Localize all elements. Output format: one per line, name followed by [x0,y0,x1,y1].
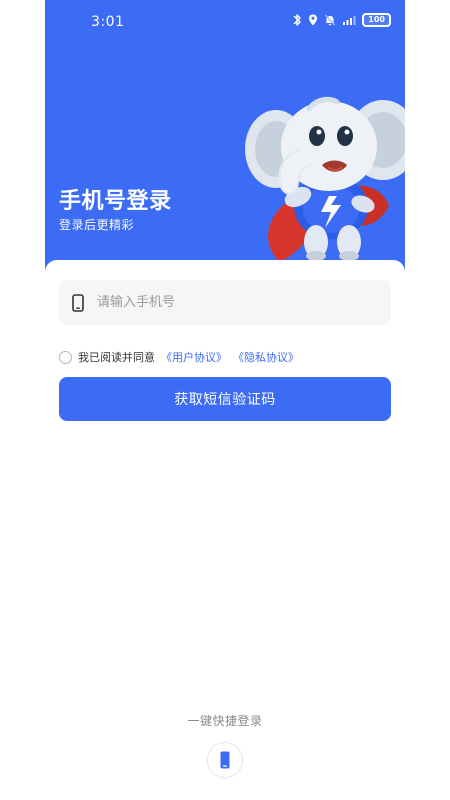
mute-icon [325,14,336,26]
phone-input[interactable] [95,294,365,311]
agreement-row: 我已阅读并同意 《用户协议》 《隐私协议》 [59,348,299,366]
privacy-policy-link[interactable]: 《隐私协议》 [233,349,299,365]
phone-screen: 3:01 100 手机号登录 登录后更精彩 请输入手机号 我已阅读并同意 《用户… [45,0,405,800]
phone-input-field[interactable] [59,280,391,325]
signal-icon [343,16,356,25]
page-subtitle: 登录后更精彩 [59,218,135,232]
get-sms-code-button[interactable]: 获取短信验证码 [59,377,391,421]
login-page: 3:01 100 手机号登录 登录后更精彩 请输入手机号 我已阅读并同意 《用户… [0,0,450,800]
user-agreement-link[interactable]: 《用户协议》 [161,349,227,365]
agreement-prefix: 我已阅读并同意 [78,351,155,364]
status-icons: 100 [292,13,391,27]
battery-icon: 100 [362,13,391,27]
location-icon [309,14,318,26]
quick-login-label: 一键快捷登录 [187,714,263,728]
quick-login-button[interactable] [207,742,243,778]
status-bar: 3:01 100 [45,0,405,44]
phone-icon [72,293,84,312]
page-title: 手机号登录 [59,189,172,214]
header-banner: 3:01 100 手机号登录 登录后更精彩 [45,0,405,290]
status-time: 3:01 [91,14,125,30]
elephant-mascot [245,96,405,262]
agreement-checkbox[interactable] [59,350,72,364]
phone-icon [220,751,230,769]
bluetooth-icon [293,14,301,26]
